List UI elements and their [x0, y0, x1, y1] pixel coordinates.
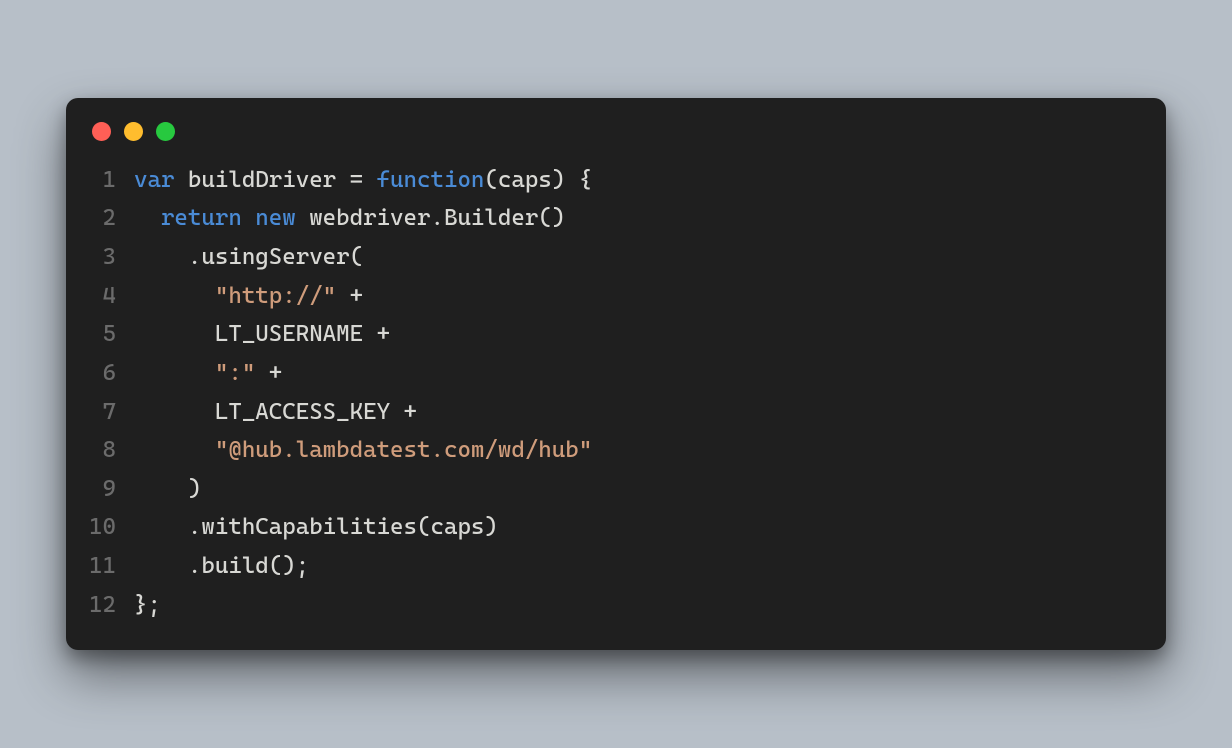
- code-block: 1var buildDriver = function(caps) {2 ret…: [66, 151, 1166, 631]
- line-content: };: [134, 586, 161, 625]
- token-def: +: [336, 283, 363, 309]
- token-kw: function: [377, 167, 485, 193]
- code-window: 1var buildDriver = function(caps) {2 ret…: [66, 98, 1166, 651]
- code-line: 9 ): [88, 470, 1144, 509]
- line-number: 3: [88, 238, 134, 277]
- line-number: 5: [88, 315, 134, 354]
- token-def: .usingServer(: [134, 244, 363, 270]
- token-def: [134, 205, 161, 231]
- token-str: ":": [215, 360, 255, 386]
- token-str: "http://": [215, 283, 336, 309]
- code-line: 4 "http://" +: [88, 277, 1144, 316]
- line-number: 7: [88, 393, 134, 432]
- code-line: 7 LT_ACCESS_KEY +: [88, 393, 1144, 432]
- line-content: LT_USERNAME +: [134, 315, 390, 354]
- window-titlebar: [66, 98, 1166, 151]
- code-line: 11 .build();: [88, 547, 1144, 586]
- token-def: };: [134, 592, 161, 618]
- line-content: "http://" +: [134, 277, 363, 316]
- code-line: 12};: [88, 586, 1144, 625]
- code-line: 1var buildDriver = function(caps) {: [88, 161, 1144, 200]
- line-content: .withCapabilities(caps): [134, 508, 498, 547]
- line-number: 10: [88, 508, 134, 547]
- line-content: ): [134, 470, 201, 509]
- line-number: 6: [88, 354, 134, 393]
- line-number: 8: [88, 431, 134, 470]
- code-line: 2 return new webdriver.Builder(): [88, 199, 1144, 238]
- traffic-light-minimize-icon[interactable]: [124, 122, 143, 141]
- line-content: ":" +: [134, 354, 282, 393]
- token-def: (caps) {: [484, 167, 592, 193]
- line-content: var buildDriver = function(caps) {: [134, 161, 592, 200]
- token-def: buildDriver =: [188, 167, 377, 193]
- token-def: LT_ACCESS_KEY +: [134, 399, 417, 425]
- token-def: .withCapabilities(caps): [134, 514, 498, 540]
- token-def: webdriver.Builder(): [296, 205, 566, 231]
- token-def: [134, 283, 215, 309]
- token-str: "@hub.lambdatest.com/wd/hub": [215, 437, 592, 463]
- line-number: 9: [88, 470, 134, 509]
- token-def: ): [134, 476, 201, 502]
- line-number: 1: [88, 161, 134, 200]
- line-content: .build();: [134, 547, 309, 586]
- line-number: 2: [88, 199, 134, 238]
- code-line: 6 ":" +: [88, 354, 1144, 393]
- token-def: [134, 437, 215, 463]
- line-content: return new webdriver.Builder(): [134, 199, 565, 238]
- line-number: 4: [88, 277, 134, 316]
- token-def: .build();: [134, 553, 309, 579]
- line-content: LT_ACCESS_KEY +: [134, 393, 417, 432]
- traffic-light-zoom-icon[interactable]: [156, 122, 175, 141]
- code-line: 5 LT_USERNAME +: [88, 315, 1144, 354]
- line-number: 12: [88, 586, 134, 625]
- code-line: 8 "@hub.lambdatest.com/wd/hub": [88, 431, 1144, 470]
- token-def: [134, 360, 215, 386]
- code-line: 10 .withCapabilities(caps): [88, 508, 1144, 547]
- token-def: +: [255, 360, 282, 386]
- line-number: 11: [88, 547, 134, 586]
- token-kw: return new: [161, 205, 296, 231]
- line-content: "@hub.lambdatest.com/wd/hub": [134, 431, 592, 470]
- code-line: 3 .usingServer(: [88, 238, 1144, 277]
- line-content: .usingServer(: [134, 238, 363, 277]
- token-kw: var: [134, 167, 188, 193]
- token-def: LT_USERNAME +: [134, 321, 390, 347]
- traffic-light-close-icon[interactable]: [92, 122, 111, 141]
